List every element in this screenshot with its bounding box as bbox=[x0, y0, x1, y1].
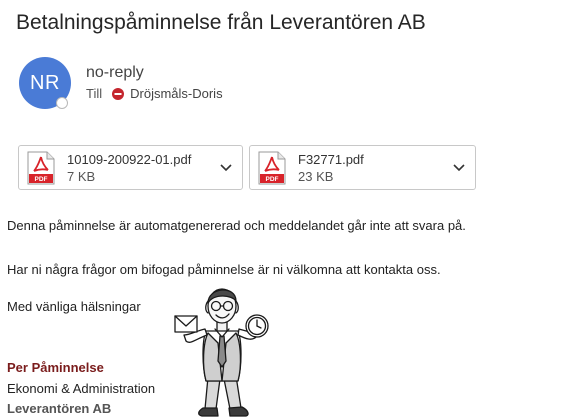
attachment-size: 7 KB bbox=[67, 168, 96, 184]
attachment-card[interactable]: PDF F32771.pdf 23 KB bbox=[249, 145, 476, 190]
recipient-line: Till Dröjsmåls-Doris bbox=[86, 86, 223, 101]
body-line-contact: Har ni några frågor om bifogad påminnels… bbox=[7, 262, 441, 277]
to-label: Till bbox=[86, 86, 103, 101]
presence-status-icon bbox=[56, 97, 68, 109]
signature-department: Ekonomi & Administration bbox=[7, 381, 156, 396]
attachment-size: 23 KB bbox=[298, 168, 334, 184]
signature-name: Per Påminnelse bbox=[7, 360, 104, 375]
svg-text:PDF: PDF bbox=[35, 176, 48, 183]
attachment-name: 10109-200922-01.pdf bbox=[67, 151, 192, 167]
avatar-initials: NR bbox=[30, 71, 60, 94]
chevron-down-icon[interactable] bbox=[451, 159, 467, 175]
pdf-icon: PDF bbox=[27, 151, 55, 184]
pdf-icon: PDF bbox=[258, 151, 286, 184]
signature-company: Leverantören AB bbox=[7, 401, 112, 416]
body-line-auto-generated: Denna påminnelse är automatgenererad och… bbox=[7, 218, 466, 233]
body-closing: Med vänliga hälsningar bbox=[7, 299, 141, 314]
sender-name[interactable]: no-reply bbox=[86, 64, 144, 82]
email-subject: Betalningspåminnelse från Leverantören A… bbox=[16, 11, 426, 34]
blocked-presence-icon bbox=[112, 87, 125, 100]
attachment-name: F32771.pdf bbox=[298, 151, 364, 167]
svg-text:PDF: PDF bbox=[266, 176, 279, 183]
attachment-card[interactable]: PDF 10109-200922-01.pdf 7 KB bbox=[18, 145, 243, 190]
clerk-illustration bbox=[174, 288, 269, 417]
recipient-name[interactable]: Dröjsmåls-Doris bbox=[130, 86, 222, 101]
chevron-down-icon[interactable] bbox=[218, 159, 234, 175]
